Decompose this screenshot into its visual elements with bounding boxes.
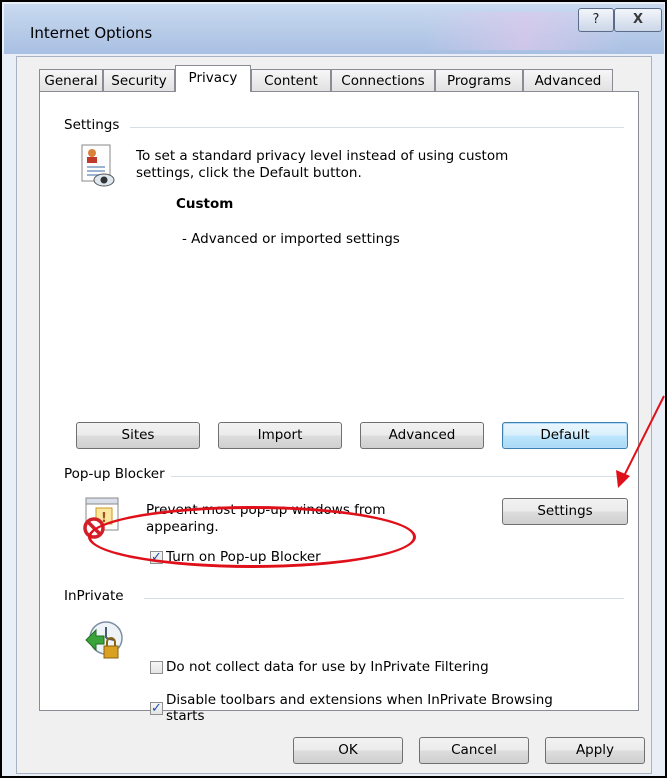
disable-toolbars-checkbox[interactable]: ✓ xyxy=(150,702,163,715)
inprivate-group-label: InPrivate xyxy=(64,588,130,604)
sites-button[interactable]: Sites xyxy=(76,422,200,449)
disable-toolbars-label-line2[interactable]: starts xyxy=(166,708,204,725)
popup-blocker-group-label: Pop-up Blocker xyxy=(64,466,171,482)
settings-group-label: Settings xyxy=(64,117,126,133)
disable-toolbars-label-line1[interactable]: Disable toolbars and extensions when InP… xyxy=(166,692,553,709)
tab-security[interactable]: Security xyxy=(103,69,175,91)
window-frame: Internet Options ? X General Security Pr… xyxy=(0,0,667,778)
title-bar[interactable]: Internet Options ? X xyxy=(4,4,664,54)
advanced-button[interactable]: Advanced xyxy=(360,422,484,449)
tab-connections[interactable]: Connections xyxy=(331,69,435,91)
privacy-panel: Settings To set a standard privacy level… xyxy=(39,91,639,724)
import-button[interactable]: Import xyxy=(218,422,342,449)
help-button[interactable]: ? xyxy=(578,8,614,32)
privacy-level-detail: - Advanced or imported settings xyxy=(182,231,400,247)
cancel-button[interactable]: Cancel xyxy=(419,737,529,764)
window-title: Internet Options xyxy=(30,24,153,42)
ok-button[interactable]: OK xyxy=(293,737,403,764)
settings-group-divider xyxy=(130,127,624,128)
inprivate-group-divider xyxy=(144,598,624,599)
dialog-body: General Security Privacy Content Connect… xyxy=(16,56,652,774)
privacy-level-name: Custom xyxy=(176,196,234,212)
tab-privacy[interactable]: Privacy xyxy=(175,65,251,92)
no-inprivate-filtering-label[interactable]: Do not collect data for use by InPrivate… xyxy=(166,659,489,676)
privacy-document-icon xyxy=(81,144,115,187)
settings-description-line2: settings, click the Default button. xyxy=(136,165,362,181)
tab-advanced[interactable]: Advanced xyxy=(523,69,613,91)
popup-settings-button[interactable]: Settings xyxy=(502,498,628,525)
tab-programs[interactable]: Programs xyxy=(435,69,523,91)
no-inprivate-filtering-checkbox[interactable] xyxy=(150,661,163,674)
tab-general[interactable]: General xyxy=(39,69,103,91)
annotation-arrow xyxy=(616,395,665,488)
popup-blocker-group-divider xyxy=(168,476,624,477)
tab-content[interactable]: Content xyxy=(251,69,331,91)
settings-description-line1: To set a standard privacy level instead … xyxy=(136,148,509,164)
apply-button[interactable]: Apply xyxy=(545,737,645,764)
close-button[interactable]: X xyxy=(614,8,662,32)
annotation-ellipse xyxy=(88,506,416,568)
inprivate-icon xyxy=(85,621,123,659)
